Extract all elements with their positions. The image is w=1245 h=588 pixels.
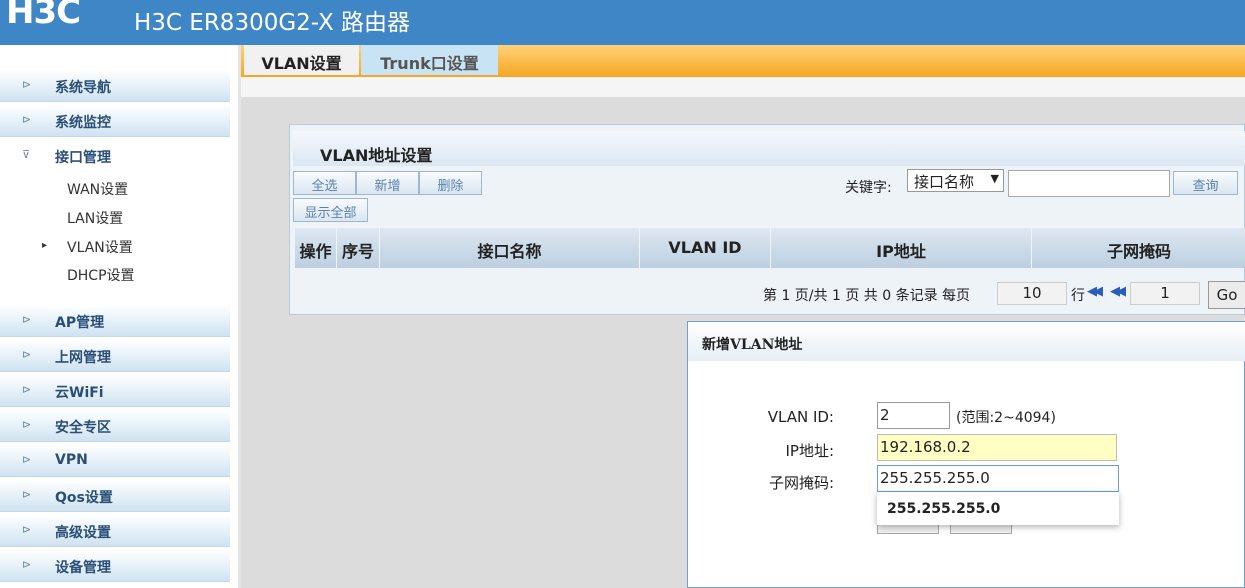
product-title: H3C ER8300G2-X 路由器 [134, 10, 411, 36]
expand-arrow-icon: ⊳ [22, 383, 32, 396]
sidebar-item-interface-mgmt[interactable]: ⊽ 接口管理 [0, 140, 230, 172]
sidebar-item-label: 系统导航 [55, 80, 111, 96]
page-size-input[interactable]: 10 [997, 282, 1067, 305]
sidebar-subitem-dhcp[interactable]: DHCP设置 [67, 265, 135, 285]
subnet-mask-label: 子网掩码: [768, 474, 834, 492]
column-header-action: 操作 [295, 228, 337, 268]
table-header: 操作 序号 接口名称 VLAN ID IP地址 子网掩码 [295, 228, 1245, 268]
sidebar-item-system-monitor[interactable]: ⊳ 系统监控 [0, 105, 230, 137]
expand-arrow-icon: ⊳ [22, 78, 32, 91]
vlan-id-label: VLAN ID: [767, 408, 834, 426]
expand-arrow-icon: ⊳ [22, 523, 32, 536]
sidebar-item-device-mgmt[interactable]: ⊳ 设备管理 [0, 550, 230, 582]
sidebar-item-label: 安全专区 [55, 420, 111, 436]
pager-summary: 第 1 页/共 1 页 共 0 条记录 每页 [763, 288, 971, 304]
go-button[interactable]: Go [1208, 281, 1245, 309]
sidebar-item-label: 接口管理 [55, 150, 111, 166]
add-button[interactable]: 新增 [356, 171, 419, 195]
expand-arrow-icon: ⊳ [22, 558, 32, 571]
keyword-input[interactable] [1008, 170, 1170, 197]
add-vlan-dialog: 新增VLAN地址 VLAN ID: 2 (范围:2~4094) IP地址: 19… [687, 321, 1245, 588]
sidebar-item-advanced[interactable]: ⊳ 高级设置 [0, 515, 230, 547]
show-all-button[interactable]: 显示全部 [293, 198, 368, 222]
sidebar-item-label: Qos设置 [55, 490, 113, 506]
panel-title-bar: VLAN地址设置 [293, 131, 1245, 166]
column-header-subnet-mask: 子网掩码 [1106, 242, 1171, 261]
column-header-interface-name: 接口名称 [380, 228, 640, 268]
column-header-vlan-id: VLAN ID [640, 228, 771, 268]
content-strip [241, 77, 1245, 97]
sidebar-item-vpn[interactable]: ⊳ VPN [0, 445, 230, 477]
sidebar-item-label: 设备管理 [55, 560, 111, 576]
sidebar-item-label: 云WiFi [55, 385, 104, 401]
delete-button[interactable]: 删除 [419, 171, 482, 195]
collapse-arrow-icon: ⊽ [22, 148, 31, 161]
sidebar-item-label: 高级设置 [55, 525, 111, 541]
expand-arrow-icon: ⊳ [22, 453, 32, 466]
ip-address-label: IP地址: [785, 442, 834, 460]
sidebar-item-ap-mgmt[interactable]: ⊳ AP管理 [0, 305, 230, 337]
expand-arrow-icon: ⊳ [22, 418, 32, 431]
query-button[interactable]: 查询 [1173, 171, 1238, 195]
pager-row-label: 行 [1071, 288, 1085, 304]
panel-title: VLAN地址设置 [320, 146, 433, 165]
keyword-select-value: 接口名称 [914, 173, 975, 191]
sidebar-item-label: AP管理 [55, 315, 105, 331]
ip-address-input[interactable]: 192.168.0.2 [877, 434, 1117, 461]
expand-arrow-icon: ⊳ [22, 113, 32, 126]
dialog-title: 新增VLAN地址 [702, 337, 803, 353]
select-all-button[interactable]: 全选 [293, 171, 356, 195]
vlan-address-panel: VLAN地址设置 全选 新增 删除 显示全部 关键字: 接口名称 ▼ 查询 操作… [289, 124, 1245, 315]
sidebar-item-security[interactable]: ⊳ 安全专区 [0, 410, 230, 442]
column-header-index: 序号 [337, 228, 380, 268]
autocomplete-option[interactable]: 255.255.255.0 [877, 492, 1119, 525]
column-header-ip: IP地址 [771, 228, 1032, 268]
vlan-id-input[interactable]: 2 [877, 402, 950, 429]
sidebar-subitem-lan[interactable]: LAN设置 [67, 208, 123, 228]
expand-arrow-icon: ⊳ [22, 348, 32, 361]
sidebar-item-cloud-wifi[interactable]: ⊳ 云WiFi [0, 375, 230, 407]
sidebar-item-label: VPN [55, 452, 88, 468]
top-header: H3C H3C ER8300G2-X 路由器 [0, 0, 1245, 45]
tab-trunk-settings[interactable]: Trunk口设置 [361, 45, 498, 75]
vlan-id-range-hint: (范围:2~4094) [956, 410, 1056, 426]
subnet-mask-input[interactable]: 255.255.255.0 [877, 465, 1119, 492]
h3c-logo: H3C [6, 0, 81, 32]
keyword-select[interactable]: 接口名称 ▼ [907, 169, 1004, 192]
page-number-input[interactable]: 1 [1130, 282, 1200, 305]
dialog-header: 新增VLAN地址 [688, 322, 1245, 361]
tab-bar: VLAN设置 Trunk口设置 [241, 45, 1245, 77]
first-page-icon[interactable]: ◀◀ [1087, 284, 1103, 299]
tab-vlan-settings[interactable]: VLAN设置 [244, 45, 359, 75]
expand-arrow-icon: ⊳ [22, 313, 32, 326]
sidebar-item-qos[interactable]: ⊳ Qos设置 [0, 480, 230, 512]
sidebar-item-label: 上网管理 [55, 350, 111, 366]
dropdown-arrow-icon: ▼ [990, 172, 999, 185]
keyword-label: 关键字: [845, 180, 892, 196]
sidebar-subitem-wan[interactable]: WAN设置 [67, 179, 128, 199]
sidebar-subitem-vlan[interactable]: VLAN设置 [67, 237, 133, 257]
sidebar: ⊳ 系统导航 ⊳ 系统监控 ⊽ 接口管理 WAN设置 LAN设置 ▸ VLAN设… [0, 45, 241, 588]
active-pointer-icon: ▸ [42, 240, 48, 251]
sidebar-item-system-nav[interactable]: ⊳ 系统导航 [0, 70, 230, 102]
prev-page-icon[interactable]: ◀◀ [1110, 284, 1126, 299]
sidebar-item-internet-mgmt[interactable]: ⊳ 上网管理 [0, 340, 230, 372]
sidebar-item-label: 系统监控 [55, 115, 111, 131]
sidebar-divider [238, 45, 241, 588]
expand-arrow-icon: ⊳ [22, 488, 32, 501]
